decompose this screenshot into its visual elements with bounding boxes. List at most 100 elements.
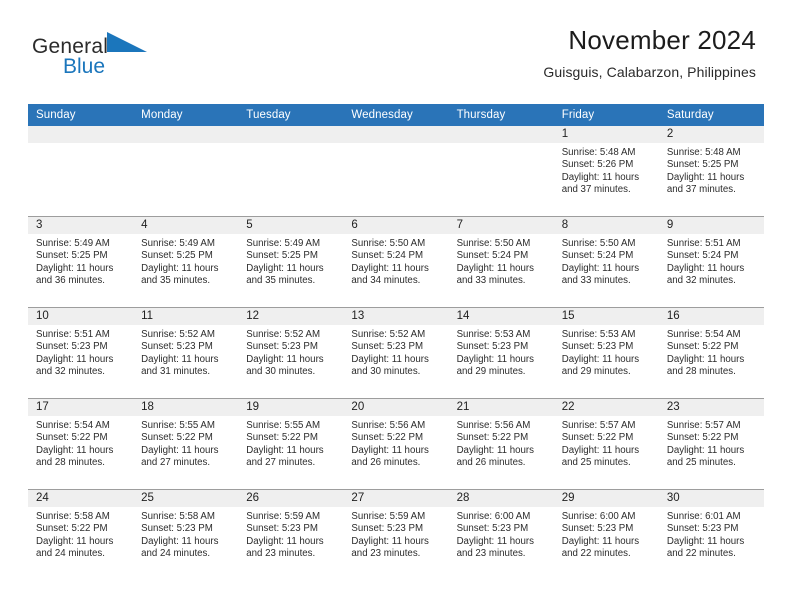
sunrise-text: Sunrise: 5:56 AM: [351, 420, 426, 431]
calendar-week-row: 10 Sunrise: 5:51 AM Sunset: 5:23 PM Dayligh…: [28, 307, 764, 399]
calendar-day-cell[interactable]: 26 Sunrise: 5:59 AM Sunset: 5:23 PM Dayligh…: [238, 489, 344, 580]
day-number: 25: [133, 490, 239, 507]
day-details: Sunrise: 5:54 AM Sunset: 5:22 PM Daylight:…: [659, 325, 764, 378]
day-number: 29: [553, 490, 659, 507]
calendar-day-cell[interactable]: 4 Sunrise: 5:49 AM Sunset: 5:25 PM Daylight…: [133, 216, 239, 308]
daylight-text: Daylight: 11 hours and 30 minutes.: [246, 353, 324, 377]
calendar-day-cell[interactable]: 28 Sunrise: 6:00 AM Sunset: 5:23 PM Dayligh…: [448, 489, 554, 580]
sunset-text: Sunset: 5:24 PM: [561, 250, 634, 262]
day-details: Sunrise: 5:54 AM Sunset: 5:22 PM Daylight:…: [28, 416, 133, 469]
calendar-day-cell[interactable]: 27 Sunrise: 5:59 AM Sunset: 5:23 PM Dayligh…: [343, 489, 449, 580]
sunrise-text: Sunrise: 5:50 AM: [561, 238, 636, 249]
day-number: 22: [553, 399, 659, 416]
calendar-day-cell[interactable]: 2 Sunrise: 5:48 AM Sunset: 5:25 PM Daylight…: [658, 126, 764, 217]
page-subtitle: Guisguis, Calabarzon, Philippines: [543, 63, 756, 80]
sunrise-text: Sunrise: 5:53 AM: [456, 329, 531, 340]
day-details: Sunrise: 6:00 AM Sunset: 5:23 PM Daylight:…: [554, 507, 659, 560]
calendar-cell-empty: [133, 126, 239, 217]
sunset-text: Sunset: 5:23 PM: [351, 523, 424, 535]
calendar-day-cell[interactable]: 6 Sunrise: 5:50 AM Sunset: 5:24 PM Daylight…: [343, 216, 449, 308]
calendar-day-cell[interactable]: 18 Sunrise: 5:55 AM Sunset: 5:22 PM Dayligh…: [133, 398, 239, 490]
day-details: Sunrise: 6:01 AM Sunset: 5:23 PM Daylight:…: [659, 507, 764, 560]
day-number: 13: [343, 308, 449, 325]
calendar-day-cell[interactable]: 16 Sunrise: 5:54 AM Sunset: 5:22 PM Dayligh…: [658, 307, 764, 399]
day-details: Sunrise: 6:00 AM Sunset: 5:23 PM Daylight:…: [449, 507, 554, 560]
day-number: 17: [28, 399, 134, 416]
calendar-day-cell[interactable]: 24 Sunrise: 5:58 AM Sunset: 5:22 PM Dayligh…: [28, 489, 134, 580]
sunset-text: Sunset: 5:23 PM: [456, 341, 529, 353]
day-details: Sunrise: 5:48 AM Sunset: 5:25 PM Daylight:…: [659, 143, 764, 196]
title-block: November 2024 Guisguis, Calabarzon, Phil…: [543, 25, 756, 80]
calendar-day-cell[interactable]: 17 Sunrise: 5:54 AM Sunset: 5:22 PM Dayligh…: [28, 398, 134, 490]
daylight-text: Daylight: 11 hours and 25 minutes.: [561, 444, 640, 468]
sunset-text: Sunset: 5:23 PM: [666, 523, 739, 535]
brand-name-blue: Blue: [63, 55, 106, 78]
daylight-text: Daylight: 11 hours and 32 minutes.: [36, 353, 114, 377]
calendar-day-cell[interactable]: 1 Sunrise: 5:48 AM Sunset: 5:26 PM Daylight…: [553, 126, 659, 217]
daylight-text: Daylight: 11 hours and 23 minutes.: [456, 535, 534, 559]
sunrise-text: Sunrise: 5:55 AM: [141, 420, 215, 431]
daylight-text: Daylight: 11 hours and 26 minutes.: [456, 444, 534, 468]
sunset-text: Sunset: 5:22 PM: [36, 523, 108, 535]
calendar-day-cell[interactable]: 9 Sunrise: 5:51 AM Sunset: 5:24 PM Daylight…: [658, 216, 764, 308]
calendar-day-cell[interactable]: 11 Sunrise: 5:52 AM Sunset: 5:23 PM Dayligh…: [133, 307, 239, 399]
day-details: Sunrise: 5:55 AM Sunset: 5:22 PM Daylight:…: [238, 416, 343, 469]
sunrise-text: Sunrise: 5:59 AM: [246, 511, 321, 522]
day-number-band: [28, 126, 134, 143]
weekday-header-monday: Monday: [133, 104, 239, 126]
calendar-day-cell[interactable]: 13 Sunrise: 5:52 AM Sunset: 5:23 PM Dayligh…: [343, 307, 449, 399]
calendar-day-cell[interactable]: 7 Sunrise: 5:50 AM Sunset: 5:24 PM Daylight…: [448, 216, 554, 308]
calendar-day-cell[interactable]: 23 Sunrise: 5:57 AM Sunset: 5:22 PM Dayligh…: [658, 398, 764, 490]
day-details: Sunrise: 5:49 AM Sunset: 5:25 PM Daylight:…: [238, 234, 343, 287]
calendar-week-row: 3 Sunrise: 5:49 AM Sunset: 5:25 PM Daylight…: [28, 216, 764, 308]
calendar-day-cell[interactable]: 20 Sunrise: 5:56 AM Sunset: 5:22 PM Dayligh…: [343, 398, 449, 490]
calendar-day-cell[interactable]: 25 Sunrise: 5:58 AM Sunset: 5:23 PM Dayligh…: [133, 489, 239, 580]
calendar-day-cell[interactable]: 14 Sunrise: 5:53 AM Sunset: 5:23 PM Dayligh…: [448, 307, 554, 399]
daylight-text: Daylight: 11 hours and 28 minutes.: [36, 444, 114, 468]
daylight-text: Daylight: 11 hours and 35 minutes.: [141, 262, 219, 286]
day-number: 23: [658, 399, 764, 416]
calendar-day-cell[interactable]: 29 Sunrise: 6:00 AM Sunset: 5:23 PM Dayligh…: [553, 489, 659, 580]
daylight-text: Daylight: 11 hours and 33 minutes.: [456, 262, 534, 286]
sunset-text: Sunset: 5:22 PM: [666, 432, 739, 444]
daylight-text: Daylight: 11 hours and 26 minutes.: [351, 444, 429, 468]
sunset-text: Sunset: 5:25 PM: [246, 250, 318, 262]
calendar-day-cell[interactable]: 10 Sunrise: 5:51 AM Sunset: 5:23 PM Dayligh…: [28, 307, 134, 399]
day-number: 12: [238, 308, 344, 325]
day-number: 24: [28, 490, 134, 507]
calendar-day-cell[interactable]: 22 Sunrise: 5:57 AM Sunset: 5:22 PM Dayligh…: [553, 398, 659, 490]
calendar-day-cell[interactable]: 15 Sunrise: 5:53 AM Sunset: 5:23 PM Dayligh…: [553, 307, 659, 399]
day-number: 3: [28, 217, 134, 234]
daylight-text: Daylight: 11 hours and 30 minutes.: [351, 353, 429, 377]
day-details: Sunrise: 5:50 AM Sunset: 5:24 PM Daylight:…: [554, 234, 659, 287]
calendar-day-cell[interactable]: 3 Sunrise: 5:49 AM Sunset: 5:25 PM Daylight…: [28, 216, 134, 308]
daylight-text: Daylight: 11 hours and 32 minutes.: [666, 262, 745, 286]
calendar-day-cell[interactable]: 21 Sunrise: 5:56 AM Sunset: 5:22 PM Dayligh…: [448, 398, 554, 490]
sunset-text: Sunset: 5:25 PM: [666, 159, 739, 171]
day-number: 15: [553, 308, 659, 325]
calendar-day-cell[interactable]: 5 Sunrise: 5:49 AM Sunset: 5:25 PM Daylight…: [238, 216, 344, 308]
calendar-day-cell[interactable]: 30 Sunrise: 6:01 AM Sunset: 5:23 PM Dayligh…: [658, 489, 764, 580]
day-number-band: [448, 126, 554, 143]
day-details: Sunrise: 5:56 AM Sunset: 5:22 PM Daylight:…: [449, 416, 554, 469]
sunset-text: Sunset: 5:22 PM: [666, 341, 739, 353]
calendar-day-cell[interactable]: 12 Sunrise: 5:52 AM Sunset: 5:23 PM Dayligh…: [238, 307, 344, 399]
daylight-text: Daylight: 11 hours and 29 minutes.: [456, 353, 534, 377]
calendar-week-row: 1 Sunrise: 5:48 AM Sunset: 5:26 PM Daylight…: [28, 126, 764, 217]
calendar-day-cell[interactable]: 19 Sunrise: 5:55 AM Sunset: 5:22 PM Dayligh…: [238, 398, 344, 490]
day-details: Sunrise: 5:59 AM Sunset: 5:23 PM Daylight:…: [238, 507, 343, 560]
sunrise-text: Sunrise: 5:56 AM: [456, 420, 531, 431]
calendar-day-cell[interactable]: 8 Sunrise: 5:50 AM Sunset: 5:24 PM Daylight…: [553, 216, 659, 308]
sunrise-text: Sunrise: 5:58 AM: [36, 511, 110, 522]
sunrise-text: Sunrise: 6:00 AM: [456, 511, 531, 522]
day-details: Sunrise: 5:52 AM Sunset: 5:23 PM Daylight:…: [238, 325, 343, 378]
day-number: 18: [133, 399, 239, 416]
sunset-text: Sunset: 5:23 PM: [561, 341, 634, 353]
sunrise-text: Sunrise: 5:49 AM: [36, 238, 110, 249]
calendar-body: 1 Sunrise: 5:48 AM Sunset: 5:26 PM Daylight…: [28, 126, 764, 580]
sunset-text: Sunset: 5:23 PM: [36, 341, 108, 353]
weekday-header-thursday: Thursday: [448, 104, 554, 126]
sunrise-sunset-calendar: Sunday Monday Tuesday Wednesday Thursday…: [28, 104, 764, 580]
brand-logo[interactable]: General Blue: [32, 30, 262, 82]
sunset-text: Sunset: 5:23 PM: [561, 523, 634, 535]
